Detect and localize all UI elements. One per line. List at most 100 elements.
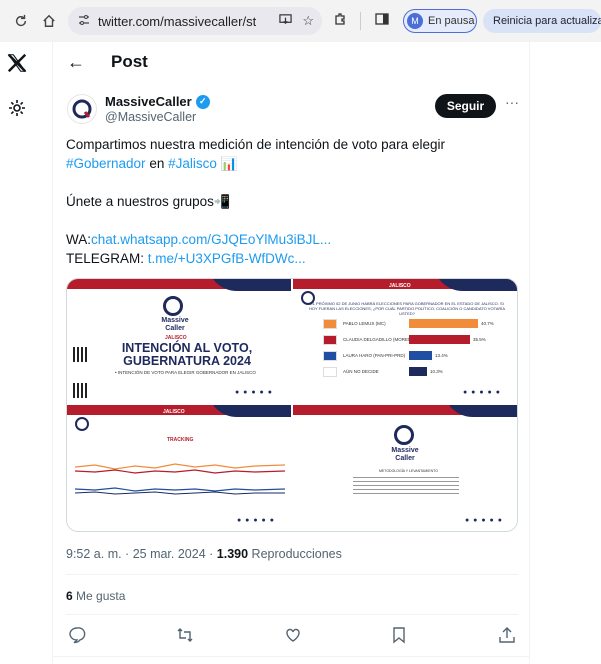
- header-cap: [443, 405, 517, 417]
- media-divider: [67, 403, 517, 405]
- bookmark-icon[interactable]: [390, 626, 410, 646]
- tweet-line: Únete a nuestros grupos: [66, 194, 214, 209]
- side-panel-icon[interactable]: [375, 12, 389, 29]
- more-options-icon[interactable]: ···: [503, 94, 521, 116]
- post-meta: 9:52 a. m. · 25 mar. 2024 · 1.390 Reprod…: [66, 547, 342, 561]
- header-cap: [207, 279, 291, 291]
- state-label: JALISCO: [389, 283, 411, 289]
- methodology-text: [353, 477, 459, 495]
- avatar[interactable]: [67, 94, 97, 124]
- slide-title: INTENCIÓN AL VOTO, GUBERNATURA 2024: [121, 341, 253, 368]
- install-app-icon[interactable]: [279, 13, 293, 29]
- post-header: ← Post: [53, 42, 529, 82]
- brand-logo-icon: [75, 417, 89, 431]
- social-icons: ● ● ● ● ●: [235, 389, 273, 396]
- profile-avatar: M: [407, 13, 423, 29]
- likes-summary[interactable]: 6 Me gusta: [66, 589, 125, 603]
- whatsapp-link[interactable]: chat.whatsapp.com/GJQEoYlMu3iBJL...: [91, 232, 331, 247]
- media-image-1[interactable]: Massive Caller JALISCO INTENCIÓN AL VOTO…: [67, 279, 291, 403]
- telegram-link[interactable]: t.me/+U3XPGfB-WfDWc...: [148, 251, 306, 266]
- qr-code: [73, 347, 88, 362]
- reply-icon[interactable]: [68, 626, 88, 646]
- poll-bar-row: CLAUDIA DELGADILLO (MORENA-PT-PVEM) 35.5%: [323, 335, 513, 345]
- update-label: Reinicia para actualizar: [493, 15, 601, 27]
- poll-bar-value: 10.3%: [430, 369, 443, 374]
- media-grid: Massive Caller JALISCO INTENCIÓN AL VOTO…: [66, 278, 518, 532]
- post-time[interactable]: 9:52 a. m. · 25 mar. 2024 ·: [66, 547, 213, 561]
- views-count: 1.390: [216, 547, 249, 561]
- browser-toolbar: twitter.com/massivecaller/statu... ☆ M E…: [0, 0, 601, 42]
- chart-emoji: 📊: [220, 156, 238, 171]
- settings-gear-icon[interactable]: [7, 98, 27, 118]
- header-cap: [433, 279, 517, 291]
- poll-bar-label: PABLO LEMUS (MC): [343, 321, 386, 326]
- phone-emoji: 📲: [213, 194, 231, 209]
- brand-logo-icon: [394, 425, 414, 445]
- poll-bar-row: AÚN NO DECIDE 10.3%: [323, 367, 513, 377]
- party-logo-icon: [323, 319, 337, 329]
- header-cap: [207, 405, 291, 417]
- profile-button[interactable]: M En pausa: [403, 9, 477, 33]
- views-label: Reproducciones: [251, 547, 342, 561]
- page-title: Post: [111, 52, 148, 71]
- follow-button[interactable]: Seguir: [435, 94, 496, 118]
- share-icon[interactable]: [498, 626, 518, 646]
- bookmark-star-icon[interactable]: ☆: [302, 13, 314, 29]
- poll-question: EL PRÓXIMO 02 DE JUNIO HABRÁ ELECCIONES …: [308, 301, 506, 316]
- repost-icon[interactable]: [176, 626, 196, 646]
- qr-code: [73, 383, 88, 398]
- address-bar[interactable]: twitter.com/massivecaller/statu... ☆: [68, 7, 322, 35]
- author-handle[interactable]: @MassiveCaller: [105, 110, 196, 124]
- x-logo-icon[interactable]: [6, 52, 28, 74]
- media-divider: [291, 279, 293, 531]
- tracking-line-chart: [75, 463, 285, 495]
- poll-bar-row: PABLO LEMUS (MC) 40.7%: [323, 319, 513, 329]
- tweet-text: Compartimos nuestra medición de intenció…: [66, 135, 516, 268]
- home-icon[interactable]: [36, 8, 62, 34]
- divider: [53, 656, 529, 657]
- brand-line: Massive: [391, 447, 419, 454]
- party-logo-icon: [323, 335, 337, 345]
- like-heart-icon[interactable]: [284, 626, 304, 646]
- brand-name: Massive Caller: [145, 317, 205, 333]
- brand-logo-icon: [163, 296, 183, 316]
- likes-label: Me gusta: [76, 589, 126, 603]
- social-icons: ● ● ● ● ●: [463, 389, 501, 396]
- wa-label: WA:: [66, 232, 91, 247]
- tweet-word: en: [149, 156, 165, 171]
- url-text: twitter.com/massivecaller/statu...: [98, 13, 256, 29]
- media-image-3[interactable]: JALISCO TRACKING ● ● ● ● ●: [67, 405, 291, 531]
- poll-bar-value: 40.7%: [481, 321, 494, 326]
- extensions-icon[interactable]: [333, 12, 347, 29]
- media-image-2[interactable]: JALISCO EL PRÓXIMO 02 DE JUNIO HABRÁ ELE…: [293, 279, 517, 403]
- methodology-heading: METODOLOGÍA Y LEVANTAMIENTO: [379, 469, 438, 473]
- site-settings-icon[interactable]: [78, 14, 90, 29]
- media-image-4[interactable]: Massive Caller METODOLOGÍA Y LEVANTAMIEN…: [293, 405, 517, 531]
- back-arrow-icon[interactable]: ←: [67, 52, 85, 73]
- divider: [66, 614, 518, 615]
- party-logo-icon: [323, 367, 337, 377]
- post-column: ← Post MassiveCaller ✓ @MassiveCaller Se…: [52, 42, 530, 664]
- social-icons: ● ● ● ● ●: [237, 517, 275, 524]
- poll-bar: [409, 319, 478, 328]
- poll-bar: [409, 351, 432, 360]
- update-button[interactable]: Reinicia para actualizar: [483, 9, 601, 33]
- tweet-line: Compartimos nuestra medición de intenció…: [66, 137, 445, 152]
- toolbar-separator: [360, 12, 361, 30]
- social-icons: ● ● ● ● ●: [465, 517, 503, 524]
- state-label: JALISCO: [163, 409, 185, 415]
- hashtag-link[interactable]: #Gobernador: [66, 156, 146, 171]
- telegram-label: TELEGRAM:: [66, 251, 145, 266]
- brand-line: Massive: [161, 317, 189, 324]
- hashtag-link[interactable]: #Jalisco: [168, 156, 217, 171]
- brand-line: Caller: [395, 455, 415, 462]
- party-logo-icon: [323, 351, 337, 361]
- slide-bullet: • INTENCIÓN DE VOTO PARA ELEGIR GOBERNAD…: [115, 370, 256, 375]
- author-name-text: MassiveCaller: [105, 94, 192, 109]
- brand-line: Caller: [165, 325, 185, 332]
- poll-bar: [409, 335, 470, 344]
- author-name[interactable]: MassiveCaller ✓: [105, 94, 210, 109]
- poll-bar-row: LAURA HARO (PAN-PRI-PRD) 13.4%: [323, 351, 513, 361]
- reload-icon[interactable]: [8, 8, 34, 34]
- poll-bar-label: AÚN NO DECIDE: [343, 369, 379, 374]
